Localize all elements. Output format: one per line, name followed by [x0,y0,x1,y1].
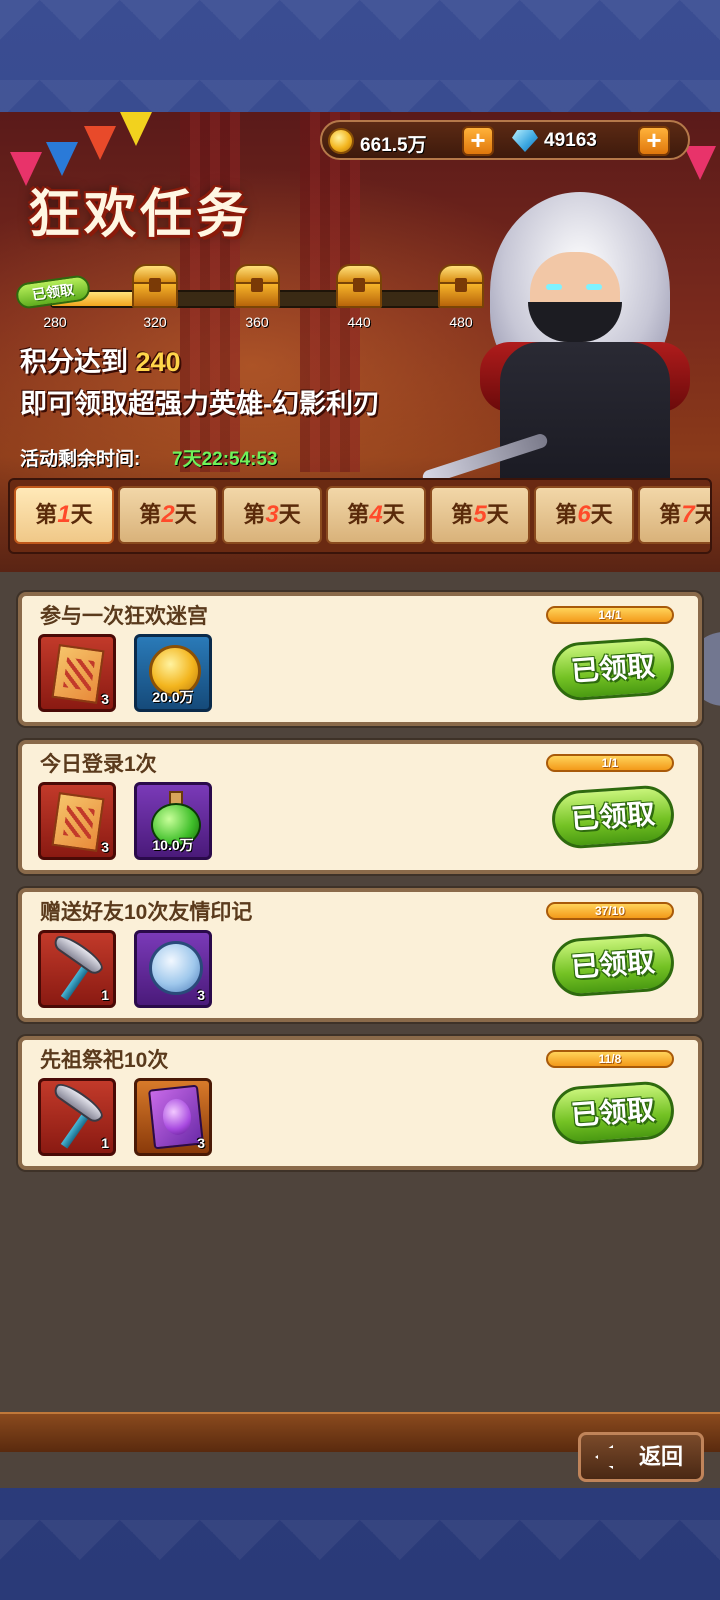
reward-quantity: 3 [101,691,109,707]
task-title: 参与一次狂欢迷宫 [40,605,208,628]
tab-day-2[interactable]: 第2天 [118,486,218,544]
reward-item[interactable]: 10.0万 [134,782,212,860]
timer-value: 7天22:54:53 [172,449,278,470]
score-goal-text: 积分达到 240 [20,347,181,377]
task-progress: 14/1 [546,606,674,624]
bunting-flag [84,126,116,160]
bunting-flag [46,142,78,176]
tab-day-7[interactable]: 第7天 [638,486,710,544]
claimed-button[interactable]: 已领取 [550,783,676,851]
day-tabs: 第1天第2天第3天第4天第5天第6天第7天 [8,478,712,554]
add-gold-button[interactable]: + [462,126,494,156]
reward-quantity: 1 [101,987,109,1003]
tab-day-1[interactable]: 第1天 [14,486,114,544]
reward-quantity: 10.0万 [152,837,194,853]
reward-quantity: 20.0万 [152,689,194,705]
reward-item[interactable]: 3 [38,634,116,712]
reward-chest[interactable] [436,264,486,310]
claimed-button[interactable]: 已领取 [550,635,676,703]
reward-item[interactable]: 1 [38,930,116,1008]
reward-quantity: 3 [101,839,109,855]
event-window: 661.5万 + 49163 + 狂欢任务 280 320 360 440 480 已领… [0,112,720,1488]
back-arrow-icon [595,1445,625,1469]
reward-item[interactable]: 3 [134,930,212,1008]
task-card: 先祖祭祀10次 11/8 1 3 已领取 [18,1036,702,1170]
task-card: 今日登录1次 1/1 3 10.0万 已领取 [18,740,702,874]
reward-item[interactable]: 3 [134,1078,212,1156]
chest-points-label: 480 [449,314,473,330]
task-title: 先祖祭祀10次 [40,1049,169,1072]
claimed-button[interactable]: 已领取 [550,931,676,999]
reward-quantity: 3 [197,1135,205,1151]
event-banner: 661.5万 + 49163 + 狂欢任务 280 320 360 440 480 已领… [0,112,720,572]
reward-item[interactable]: 1 [38,1078,116,1156]
diamond-icon [512,130,538,152]
tab-day-4[interactable]: 第4天 [326,486,426,544]
gold-amount: 661.5万 [360,135,427,156]
chest-points-label: 440 [347,314,371,330]
reward-quantity: 3 [197,987,205,1003]
claimed-button[interactable]: 已领取 [550,1079,676,1147]
reward-item[interactable]: 20.0万 [134,634,212,712]
reward-item[interactable]: 3 [38,782,116,860]
task-progress: 1/1 [546,754,674,772]
chest-points-label: 360 [245,314,269,330]
task-title: 今日登录1次 [40,753,157,776]
bunting-flag [120,112,152,146]
reward-chest[interactable] [130,264,180,310]
task-progress: 11/8 [546,1050,674,1068]
page-title: 狂欢任务 [28,186,253,244]
chest-points-label: 280 [43,314,67,330]
tab-day-3[interactable]: 第3天 [222,486,322,544]
timer-label: 活动剩余时间: [20,449,141,470]
currency-bar: 661.5万 + 49163 + [320,120,690,160]
add-gems-button[interactable]: + [638,126,670,156]
gold-coin-icon [328,128,354,154]
task-card: 赠送好友10次友情印记 37/10 1 3 已领取 [18,888,702,1022]
back-button[interactable]: 返回 [578,1432,704,1482]
tab-day-6[interactable]: 第6天 [534,486,634,544]
bunting-flag [684,146,716,180]
back-button-label: 返回 [638,1444,683,1469]
task-title: 赠送好友10次友情印记 [40,901,253,924]
chest-points-label: 320 [143,314,167,330]
hero-reward-text: 即可领取超强力英雄-幻影利刃 [20,389,380,419]
tab-day-5[interactable]: 第5天 [430,486,530,544]
reward-chest[interactable] [232,264,282,310]
task-card: 参与一次狂欢迷宫 14/1 3 20.0万 已领取 [18,592,702,726]
gem-amount: 49163 [544,130,597,151]
reward-chest[interactable] [334,264,384,310]
reward-quantity: 1 [101,1135,109,1151]
task-progress: 37/10 [546,902,674,920]
